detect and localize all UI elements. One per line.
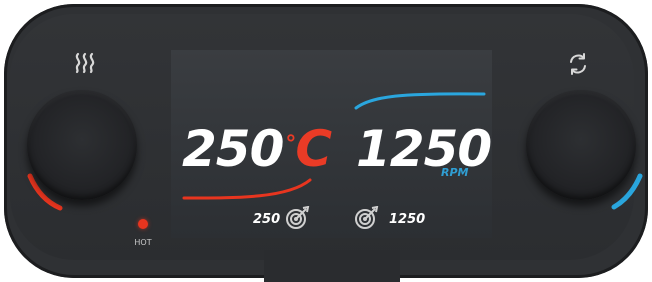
rotate-icon	[570, 53, 586, 75]
speed-unit: RPM	[441, 166, 469, 179]
speed-accent-swoosh	[354, 92, 486, 110]
speed-knob[interactable]	[526, 90, 636, 200]
bottom-slot	[264, 250, 400, 282]
temperature-knob[interactable]	[27, 90, 137, 200]
target-temperature-value: 250	[253, 212, 281, 227]
target-speed-value: 1250	[389, 212, 426, 227]
hot-indicator-light	[138, 219, 148, 229]
speed-value: 1250	[356, 120, 492, 178]
hot-label: HOT	[134, 238, 152, 247]
heat-waves-icon	[75, 52, 95, 74]
target-icon	[355, 206, 379, 229]
temperature-value: 250	[182, 120, 284, 178]
temperature-readout: 250 ° C	[182, 118, 332, 180]
target-icon	[286, 206, 310, 229]
temperature-unit: ° C	[285, 120, 332, 178]
